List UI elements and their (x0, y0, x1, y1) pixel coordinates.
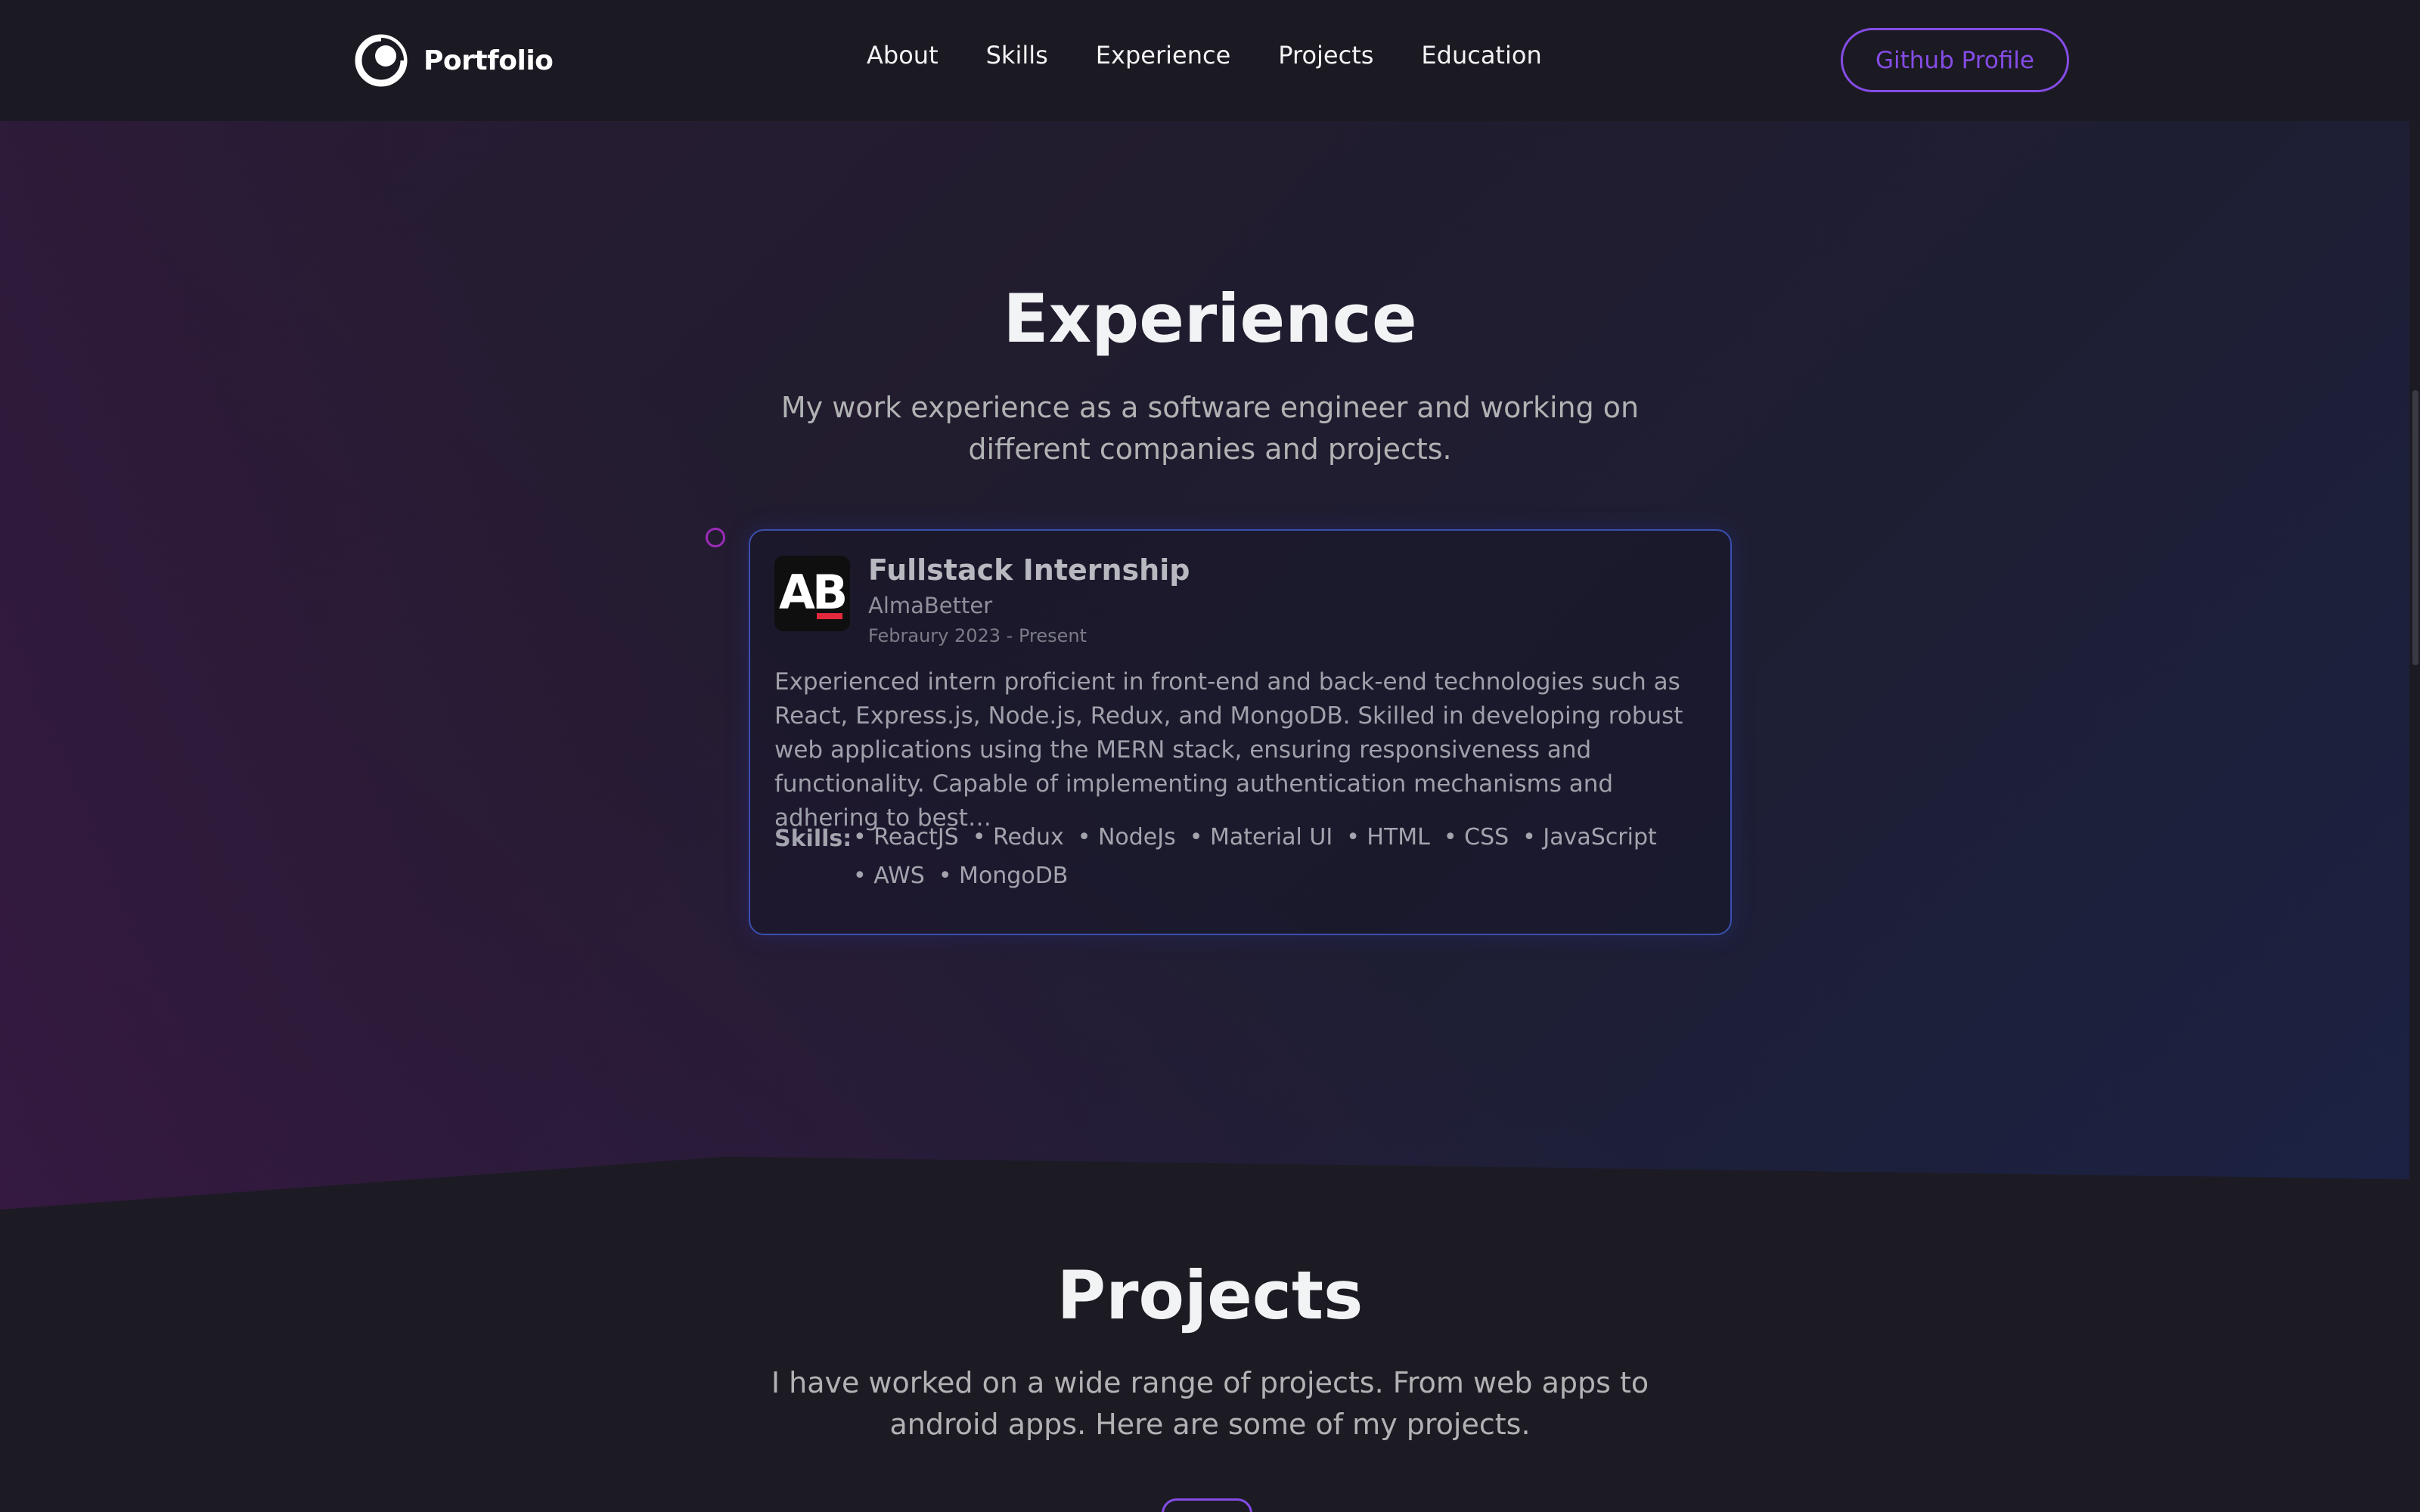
skill-tag: • AWS (853, 863, 925, 889)
skill-tag: • MongoDB (938, 863, 1069, 889)
nav-link-experience[interactable]: Experience (1096, 41, 1230, 70)
logo-icon (355, 34, 408, 87)
scrollbar-track[interactable] (2409, 0, 2420, 1512)
skill-tag: • HTML (1346, 824, 1430, 850)
skill-tag: • Redux (972, 824, 1064, 850)
experience-role: Fullstack Internship (868, 553, 1190, 587)
timeline-dot (706, 528, 725, 547)
logo-text: Portfolio (424, 45, 554, 76)
github-profile-button[interactable]: Github Profile (1841, 28, 2069, 92)
experience-company: AlmaBetter (868, 593, 993, 618)
experience-title: Experience (1003, 280, 1417, 358)
skills-label: Skills: (774, 826, 852, 852)
skill-tag: • Material UI (1189, 824, 1333, 850)
nav-link-education[interactable]: Education (1421, 41, 1541, 70)
experience-card[interactable]: AB Fullstack Internship AlmaBetter Febra… (749, 529, 1732, 935)
projects-filter-button[interactable] (1162, 1498, 1252, 1512)
company-logo-text: AB (779, 565, 848, 620)
scrollbar-thumb[interactable] (2412, 390, 2418, 665)
experience-description: My work experience as a software enginee… (780, 391, 1640, 466)
skill-tag: • NodeJs (1077, 824, 1176, 850)
logo[interactable]: Portfolio (354, 33, 554, 88)
skill-tag: • CSS (1443, 824, 1509, 850)
projects-title: Projects (1056, 1256, 1364, 1334)
projects-description: I have worked on a wide range of project… (771, 1366, 1649, 1441)
experience-description-text: Experienced intern proficient in front-e… (774, 668, 1683, 832)
company-logo-bar (817, 613, 842, 619)
skill-tag: • ReactJS (853, 824, 959, 850)
skill-tag: • JavaScript (1522, 824, 1657, 850)
navbar: Portfolio About Skills Experience Projec… (0, 0, 2420, 121)
skills-list: • ReactJS • Redux • NodeJs • Material UI… (853, 824, 1700, 889)
nav-link-about[interactable]: About (867, 41, 939, 70)
nav-links: About Skills Experience Projects Educati… (867, 41, 1590, 70)
experience-date: Febraury 2023 - Present (868, 625, 1087, 646)
nav-link-skills[interactable]: Skills (986, 41, 1048, 70)
nav-link-projects[interactable]: Projects (1278, 41, 1373, 70)
company-logo: AB (774, 556, 850, 631)
